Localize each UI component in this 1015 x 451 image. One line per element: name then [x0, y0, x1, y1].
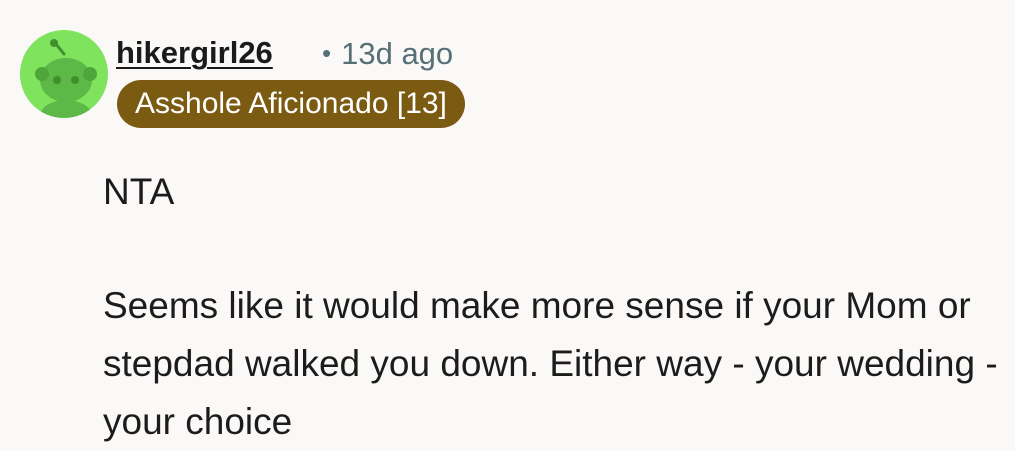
comment-paragraph: NTA [103, 171, 175, 212]
separator-dot: • [322, 38, 332, 68]
avatar[interactable] [20, 30, 108, 118]
comment-age[interactable]: 13d ago [341, 36, 453, 71]
snoo-avatar-icon [35, 39, 97, 118]
username-link[interactable]: hikergirl26 [116, 34, 273, 72]
user-flair-badge: Asshole Aficionado [13] [117, 80, 465, 128]
comment-paragraph: Seems like it would make more sense if y… [103, 285, 998, 442]
comment-body: NTA Seems like it would make more sense … [103, 163, 1003, 451]
comment-meta: • 13d ago [322, 34, 453, 73]
